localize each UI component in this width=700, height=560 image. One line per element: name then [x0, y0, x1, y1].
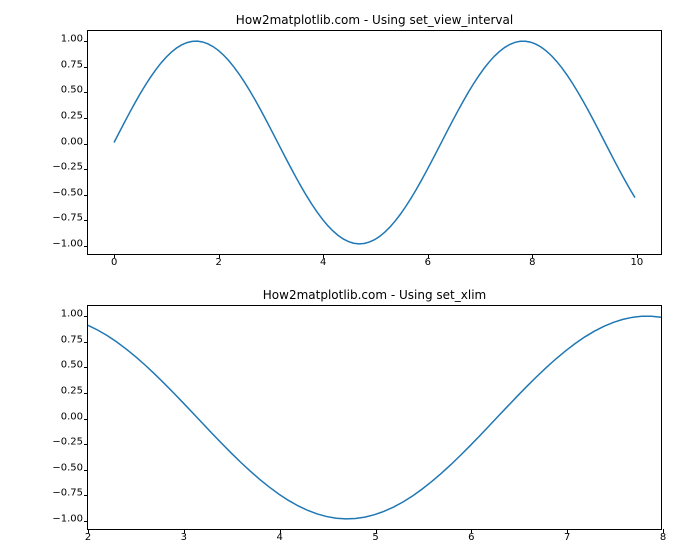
x-tick-label: 8 — [660, 532, 666, 543]
x-tick-label: 6 — [468, 532, 474, 543]
y-tick-label: 0.50 — [61, 360, 83, 371]
y-tick — [84, 246, 88, 247]
y-tick — [84, 470, 88, 471]
y-tick — [84, 67, 88, 68]
y-tick-label: 0.25 — [61, 110, 83, 121]
x-tick-label: 2 — [85, 532, 91, 543]
x-tick-label: 8 — [529, 257, 535, 268]
plot-area-bottom — [88, 306, 661, 529]
y-tick-label: −0.50 — [52, 187, 83, 198]
y-tick-label: −0.50 — [52, 462, 83, 473]
y-tick — [84, 419, 88, 420]
axes-bottom: How2matplotlib.com - Using set_xlim 2345… — [87, 305, 662, 530]
y-tick-label: 0.00 — [61, 411, 83, 422]
y-tick-label: 0.25 — [61, 385, 83, 396]
y-tick-label: −0.75 — [52, 213, 83, 224]
x-tick-label: 3 — [181, 532, 187, 543]
y-tick — [84, 220, 88, 221]
y-tick — [84, 495, 88, 496]
y-tick-label: −0.25 — [52, 162, 83, 173]
x-tick-label: 7 — [564, 532, 570, 543]
x-tick-label: 4 — [276, 532, 282, 543]
plot-area-top — [88, 31, 661, 254]
axes-top: How2matplotlib.com - Using set_view_inte… — [87, 30, 662, 255]
y-tick — [84, 444, 88, 445]
y-tick — [84, 92, 88, 93]
y-tick-label: 0.75 — [61, 59, 83, 70]
x-tick-label: 0 — [111, 257, 117, 268]
line-series-bottom — [88, 316, 661, 519]
figure: How2matplotlib.com - Using set_view_inte… — [0, 0, 700, 560]
y-tick-label: 0.50 — [61, 85, 83, 96]
x-tick-label: 4 — [320, 257, 326, 268]
line-series-top — [114, 41, 635, 244]
y-tick — [84, 316, 88, 317]
y-tick — [84, 118, 88, 119]
y-tick — [84, 169, 88, 170]
x-tick-label: 6 — [425, 257, 431, 268]
y-tick-label: −0.75 — [52, 488, 83, 499]
axes-title-top: How2matplotlib.com - Using set_view_inte… — [88, 13, 661, 27]
axes-title-bottom: How2matplotlib.com - Using set_xlim — [88, 288, 661, 302]
y-tick-label: 0.75 — [61, 334, 83, 345]
x-tick-label: 2 — [215, 257, 221, 268]
x-tick-label: 10 — [630, 257, 643, 268]
y-tick — [84, 521, 88, 522]
y-tick — [84, 144, 88, 145]
y-tick — [84, 367, 88, 368]
y-tick-label: 1.00 — [61, 309, 83, 320]
y-tick — [84, 41, 88, 42]
y-tick — [84, 195, 88, 196]
y-tick-label: −1.00 — [52, 513, 83, 524]
y-tick-label: −0.25 — [52, 437, 83, 448]
y-tick-label: 0.00 — [61, 136, 83, 147]
y-tick — [84, 342, 88, 343]
x-tick-label: 5 — [372, 532, 378, 543]
y-tick-label: 1.00 — [61, 34, 83, 45]
y-tick-label: −1.00 — [52, 238, 83, 249]
y-tick — [84, 393, 88, 394]
